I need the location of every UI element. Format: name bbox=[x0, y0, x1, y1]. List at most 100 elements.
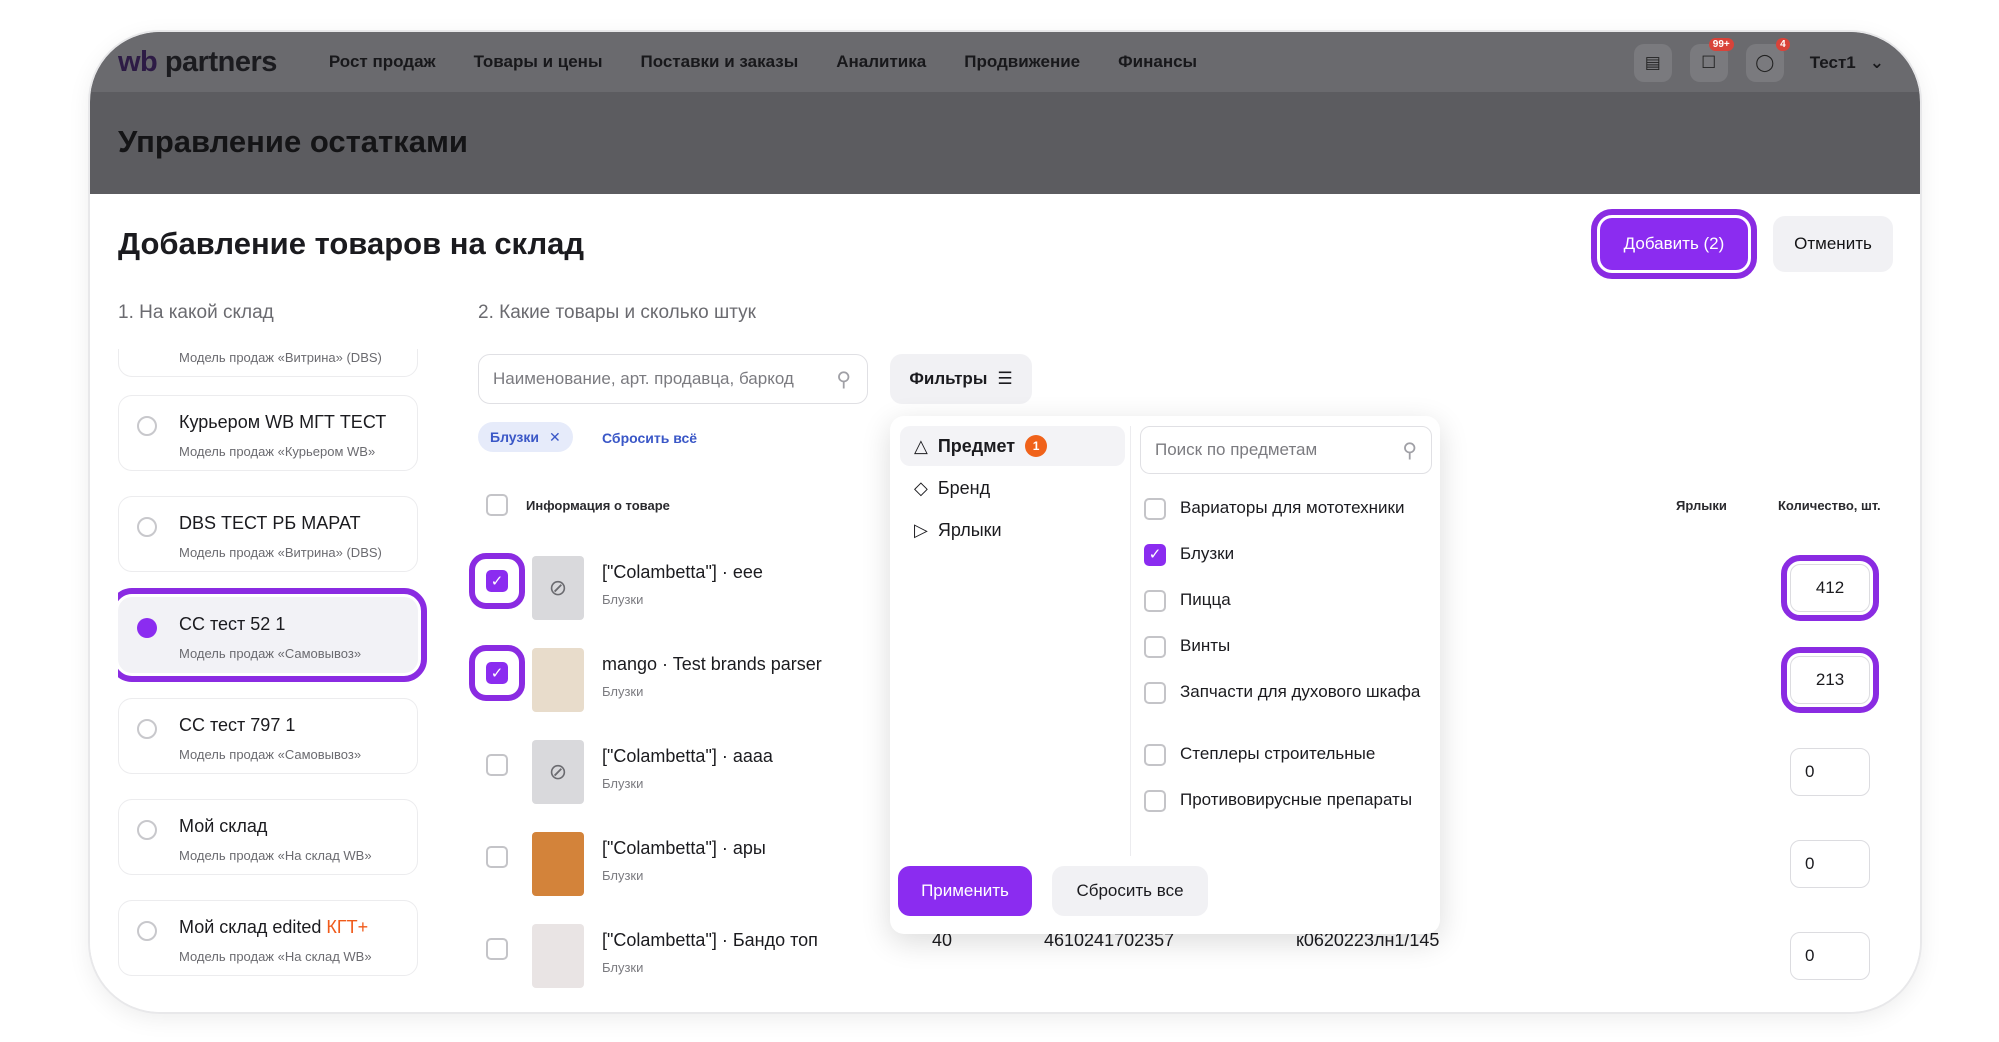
logo-wb: wb bbox=[118, 45, 158, 78]
warehouse-desc: Модель продаж «Витрина» (DBS) bbox=[179, 350, 382, 365]
filter-option[interactable]: Степлеры строительные bbox=[1144, 744, 1434, 766]
option-checkbox[interactable] bbox=[1144, 790, 1166, 812]
filter-option[interactable]: Вариаторы для мототехники bbox=[1144, 498, 1434, 520]
chevron-down-icon: ⌄ bbox=[1869, 53, 1884, 72]
sliders-icon: ☰ bbox=[997, 369, 1013, 388]
search-input[interactable]: Наименование, арт. продавца, баркод ⚲ bbox=[478, 354, 868, 404]
warehouse-name: DBS ТЕСТ РБ МАРАТ bbox=[179, 513, 361, 533]
product-subject: Блузки bbox=[602, 776, 644, 791]
reset-all-link[interactable]: Сбросить всё bbox=[602, 430, 697, 446]
filter-category-subject[interactable]: △ Предмет 1 bbox=[900, 426, 1125, 466]
warehouse-desc: Модель продаж «Витрина» (DBS) bbox=[179, 545, 382, 560]
quantity-input[interactable]: 412 bbox=[1781, 555, 1879, 621]
filter-category-brand[interactable]: ◇ Бренд bbox=[900, 468, 1125, 508]
step1-label: 1. На какой склад bbox=[118, 302, 274, 323]
filter-option[interactable]: Винты bbox=[1144, 636, 1434, 658]
support-icon[interactable]: ◯ 4 bbox=[1745, 38, 1790, 82]
radio-button[interactable] bbox=[137, 921, 157, 941]
option-checkbox[interactable] bbox=[1144, 744, 1166, 766]
warehouse-card-selected[interactable]: СС тест 52 1 Модель продаж «Самовывоз» bbox=[118, 588, 427, 682]
nav-links: Рост продаж Товары и цены Поставки и зак… bbox=[329, 52, 1197, 72]
quantity-input[interactable]: 0 bbox=[1790, 840, 1870, 888]
filter-option[interactable]: Противовирусные препараты bbox=[1144, 790, 1434, 812]
radio-button-selected[interactable] bbox=[137, 618, 157, 638]
option-checkbox[interactable] bbox=[1144, 636, 1166, 658]
warehouse-card[interactable]: Мой склад edited КГТ+ Модель продаж «На … bbox=[118, 900, 418, 976]
close-icon[interactable]: ✕ bbox=[549, 429, 561, 446]
shapes-icon: △ bbox=[914, 435, 928, 456]
product-subject: Блузки bbox=[602, 684, 644, 699]
header-info: Информация о товаре bbox=[526, 498, 670, 513]
option-label: Запчасти для духового шкафа bbox=[1180, 682, 1421, 701]
add-button[interactable]: Добавить (2) bbox=[1591, 209, 1757, 279]
reset-filters-button[interactable]: Сбросить все bbox=[1052, 866, 1208, 916]
nav-link-promotion[interactable]: Продвижение bbox=[964, 52, 1080, 72]
warehouse-desc: Модель продаж «Самовывоз» bbox=[179, 646, 362, 661]
radio-button[interactable] bbox=[137, 517, 157, 537]
user-menu[interactable]: Тест1 ⌄ bbox=[1810, 53, 1884, 73]
quantity-input[interactable]: 0 bbox=[1790, 932, 1870, 980]
wb-partners-logo[interactable]: wb partners bbox=[118, 46, 277, 79]
filter-categories: △ Предмет 1 ◇ Бренд ▷ Ярлыки bbox=[900, 426, 1125, 552]
option-label: Степлеры строительные bbox=[1180, 744, 1376, 763]
radio-button[interactable] bbox=[137, 820, 157, 840]
warehouse-desc: Модель продаж «На склад WB» bbox=[179, 848, 372, 863]
logo-text: partners bbox=[157, 45, 278, 78]
product-subject: Блузки bbox=[602, 868, 644, 883]
top-navigation: wb partners Рост продаж Товары и цены По… bbox=[90, 32, 1920, 92]
apply-button[interactable]: Применить bbox=[898, 866, 1032, 916]
option-checkbox[interactable]: ✓ bbox=[1144, 544, 1166, 566]
tag-icon: ◇ bbox=[914, 477, 928, 498]
warehouse-card[interactable]: Модель продаж «Витрина» (DBS) bbox=[118, 349, 418, 377]
search-icon: ⚲ bbox=[836, 369, 851, 391]
radio-button[interactable] bbox=[137, 416, 157, 436]
warehouse-card[interactable]: DBS ТЕСТ РБ МАРАТ Модель продаж «Витрина… bbox=[118, 496, 418, 572]
bell-icon[interactable]: ☐ 99+ bbox=[1689, 38, 1734, 82]
warehouse-desc: Модель продаж «Самовывоз» bbox=[179, 747, 362, 762]
row-checkbox[interactable] bbox=[486, 846, 508, 868]
nav-link-finance[interactable]: Финансы bbox=[1118, 52, 1197, 72]
user-name: Тест1 bbox=[1809, 53, 1856, 72]
header-qty: Количество, шт. bbox=[1778, 498, 1881, 513]
filter-option[interactable]: ✓ Блузки bbox=[1144, 544, 1434, 566]
warehouse-card[interactable]: СС тест 797 1 Модель продаж «Самовывоз» bbox=[118, 698, 418, 774]
warehouse-card[interactable]: Мой склад Модель продаж «На склад WB» bbox=[118, 799, 418, 875]
warehouse-name: Мой склад edited КГТ+ bbox=[179, 917, 368, 938]
filter-option[interactable]: Запчасти для духового шкафа bbox=[1144, 682, 1434, 704]
cancel-button[interactable]: Отменить bbox=[1773, 216, 1893, 272]
nav-link-supplies-orders[interactable]: Поставки и заказы bbox=[640, 52, 798, 72]
active-filter-chip[interactable]: Блузки ✕ bbox=[478, 422, 573, 452]
no-photo-icon: ⊘ bbox=[532, 740, 584, 804]
row-checkbox[interactable] bbox=[486, 754, 508, 776]
option-label: Пицца bbox=[1180, 590, 1231, 609]
option-label: Блузки bbox=[1180, 544, 1235, 563]
select-all-checkbox[interactable] bbox=[486, 494, 508, 516]
row-checkbox[interactable] bbox=[486, 938, 508, 960]
subject-search-input[interactable]: Поиск по предметам ⚲ bbox=[1140, 426, 1432, 474]
nav-link-goods-prices[interactable]: Товары и цены bbox=[474, 52, 603, 72]
filters-button[interactable]: Фильтры ☰ bbox=[890, 354, 1032, 404]
product-subject: Блузки bbox=[602, 592, 644, 607]
product-title: ["Colambetta"] · Бандо топ bbox=[602, 930, 818, 950]
chat-icon[interactable]: ▤ bbox=[1633, 44, 1672, 82]
nav-link-analytics[interactable]: Аналитика bbox=[836, 52, 926, 72]
option-checkbox[interactable] bbox=[1144, 498, 1166, 520]
search-placeholder: Наименование, арт. продавца, баркод bbox=[493, 369, 794, 388]
quantity-input[interactable]: 213 bbox=[1781, 647, 1879, 713]
option-checkbox[interactable] bbox=[1144, 590, 1166, 612]
quantity-input[interactable]: 0 bbox=[1790, 748, 1870, 796]
filter-category-labels[interactable]: ▷ Ярлыки bbox=[900, 510, 1125, 550]
product-title: ["Colambetta"] · ары bbox=[602, 838, 766, 858]
radio-button[interactable] bbox=[137, 719, 157, 739]
filter-option[interactable]: Пицца bbox=[1144, 590, 1434, 612]
product-image bbox=[532, 924, 584, 988]
nav-link-sales-growth[interactable]: Рост продаж bbox=[329, 52, 436, 72]
page-title: Управление остатками bbox=[118, 124, 468, 159]
warehouse-card[interactable]: Курьером WB МГТ ТЕСТ Модель продаж «Курь… bbox=[118, 395, 418, 471]
warehouse-name: Курьером WB МГТ ТЕСТ bbox=[179, 412, 387, 432]
no-photo-icon: ⊘ bbox=[532, 556, 584, 620]
step2-label: 2. Какие товары и сколько штук bbox=[478, 302, 756, 323]
option-checkbox[interactable] bbox=[1144, 682, 1166, 704]
row-checkbox[interactable]: ✓ bbox=[486, 570, 508, 592]
row-checkbox[interactable]: ✓ bbox=[486, 662, 508, 684]
